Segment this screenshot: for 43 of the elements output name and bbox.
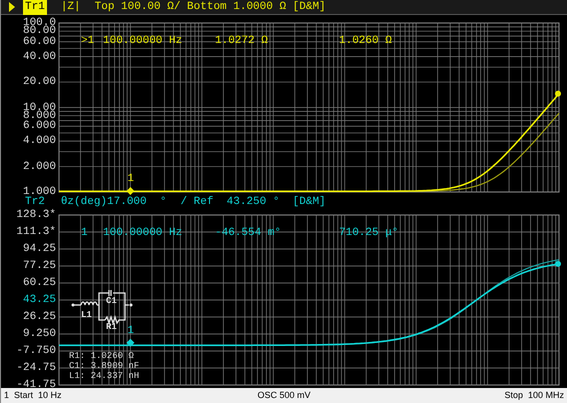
sweep-stop: Stop 100 MHz bbox=[503, 388, 564, 402]
active-trace-icon bbox=[9, 2, 15, 12]
axis-label: 9.250 bbox=[22, 328, 56, 340]
axis-label: 26.25 bbox=[22, 311, 56, 324]
marker-number: 1 bbox=[81, 227, 89, 240]
axis-label: 94.25 bbox=[22, 243, 56, 256]
component-label: R1 bbox=[106, 322, 117, 332]
axis-label: 60.25 bbox=[22, 277, 56, 290]
axis-label: -41.75 bbox=[16, 379, 56, 392]
marker-number: >1 bbox=[81, 35, 96, 47]
axis-label: 6.000 bbox=[22, 120, 56, 132]
marker-dot bbox=[555, 90, 561, 97]
component-label: L1 bbox=[81, 310, 92, 320]
oscillator-level: OSC 500 mV bbox=[257, 388, 311, 402]
trace-scale: / Ref 43.250 ° [D&M] bbox=[180, 194, 326, 210]
marker-value: 1.0272 Ω bbox=[215, 35, 269, 47]
trace-format: |Z| bbox=[60, 0, 81, 15]
axis-label: 20.00 bbox=[22, 76, 56, 88]
marker-diamond[interactable] bbox=[126, 187, 134, 196]
axis-label: 2.000 bbox=[22, 160, 56, 173]
circuit-value: R1: 1.0260 Ω bbox=[69, 351, 135, 362]
circuit-value: L1: 24.337 nH bbox=[69, 371, 140, 382]
marker-dot bbox=[555, 260, 561, 267]
marker-diamond[interactable] bbox=[126, 338, 134, 347]
axis-label: -7.750 bbox=[16, 345, 56, 358]
axis-label: 40.00 bbox=[22, 50, 56, 63]
axis-label: 128.3* bbox=[16, 209, 56, 222]
axis-label: 60.00 bbox=[22, 36, 56, 48]
sweep-start: 1 Start 10 Hz bbox=[4, 388, 63, 402]
axis-label: -24.75 bbox=[16, 362, 56, 374]
marker-value: 1.0260 Ω bbox=[339, 35, 392, 47]
trace-scale: Top 100.00 Ω/ Bottom 1.0000 Ω [D&M] bbox=[94, 0, 326, 15]
trace-tab[interactable]: Tr1 bbox=[23, 0, 47, 16]
marker-frequency: 100.00000 Hz bbox=[103, 35, 184, 47]
axis-label: 43.25 bbox=[22, 294, 56, 306]
circuit-value: C1: 3.8909 nF bbox=[69, 361, 140, 372]
axis-label: 4.000 bbox=[22, 135, 56, 148]
marker-label: 1 bbox=[127, 173, 134, 185]
component-label: C1 bbox=[106, 296, 117, 306]
marker-label: 1 bbox=[127, 324, 134, 337]
axis-label: 77.25 bbox=[22, 260, 56, 272]
axis-label: 111.3* bbox=[16, 226, 56, 238]
trace-format: θz(deg)17.000 ° bbox=[60, 194, 166, 210]
